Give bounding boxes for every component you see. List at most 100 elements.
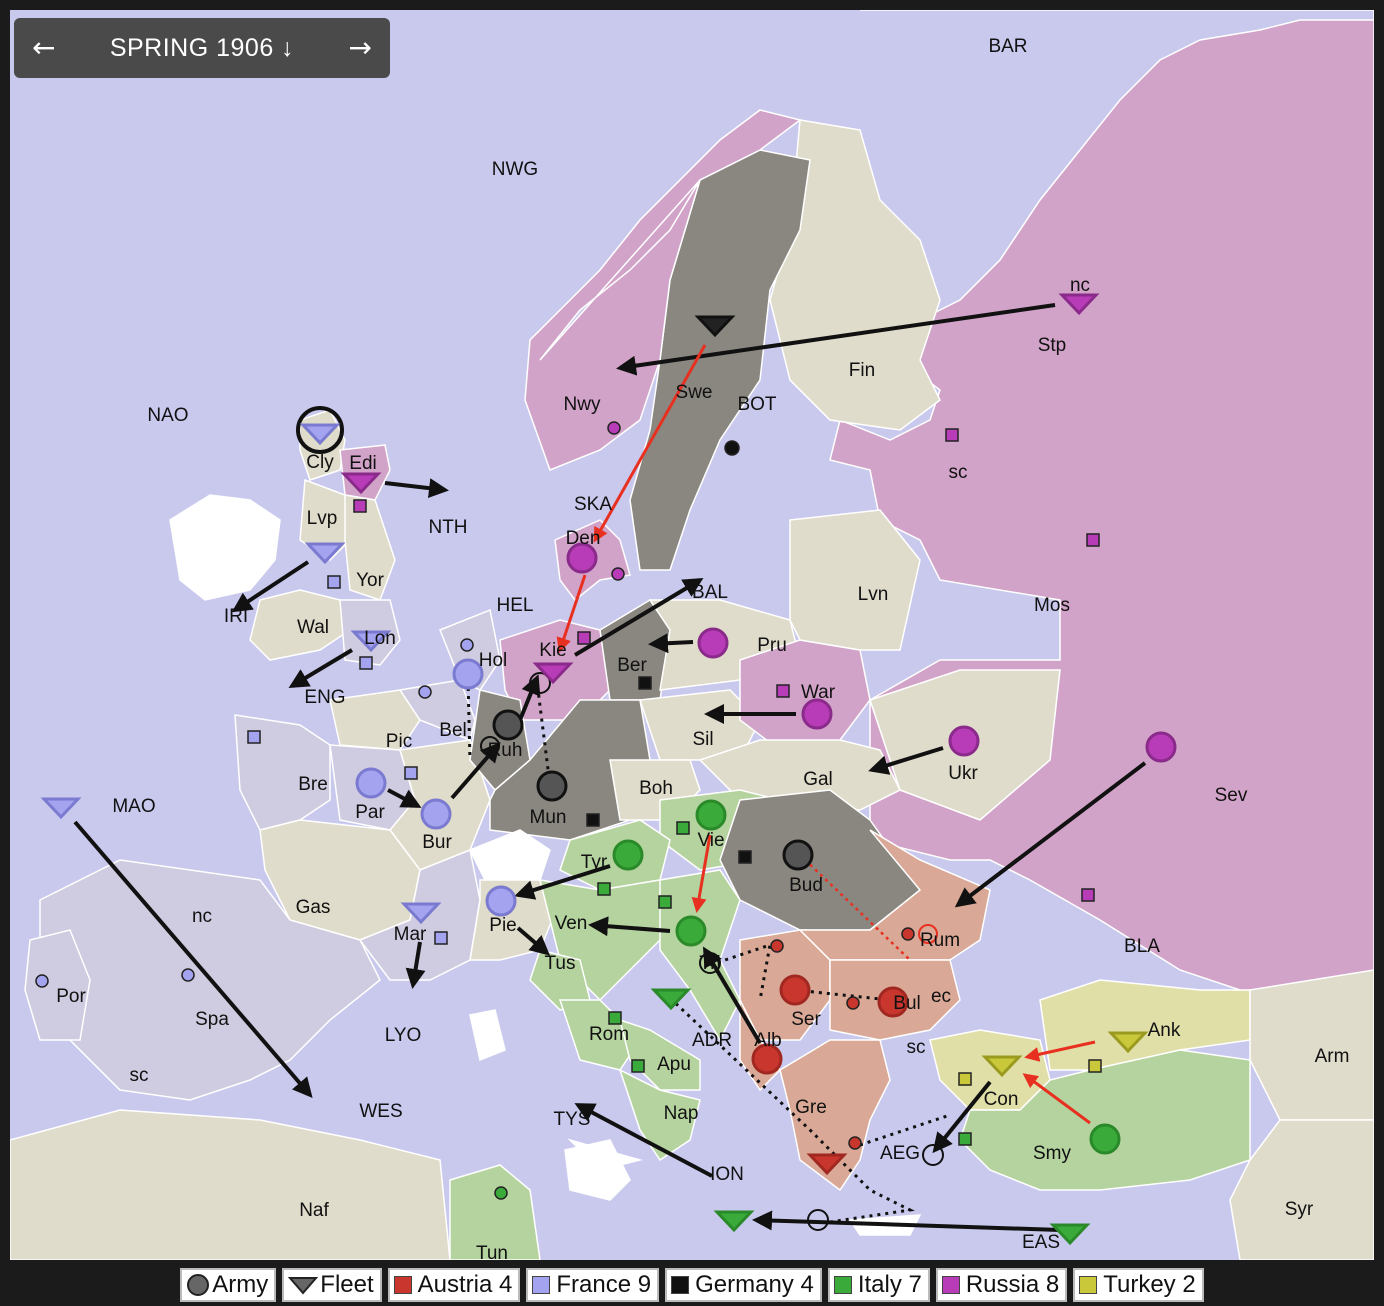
label-smy: Smy [1033, 1143, 1072, 1164]
label-gal: Gal [803, 769, 833, 790]
corsica [469, 1009, 506, 1062]
legend-fleet-label: Fleet [320, 1271, 374, 1298]
legend-austria: Austria 4 [387, 1268, 521, 1302]
label-hol: Hol [479, 650, 508, 671]
legend-army: Army [180, 1268, 277, 1302]
legend: Army Fleet Austria 4 France 9 Germany 4 … [0, 1264, 1384, 1306]
label-ank: Ank [1148, 1020, 1181, 1041]
label-bal: BAL [692, 582, 728, 603]
province-arm [1249, 969, 1374, 1121]
label-spa: Spa [195, 1009, 229, 1030]
land-layer [10, 10, 1374, 1260]
fleet-france-mao [40, 797, 82, 820]
previous-phase-button[interactable]: ← [32, 34, 55, 62]
label-spa-nc: nc [192, 906, 212, 927]
label-eas: EAS [1022, 1232, 1060, 1253]
label-yor: Yor [356, 570, 384, 591]
label-nwy: Nwy [564, 394, 601, 415]
army-russia-ukr [948, 725, 980, 757]
army-france-bur [420, 798, 452, 830]
legend-turkey: Turkey 2 [1073, 1268, 1204, 1302]
army-russia-war [801, 698, 833, 730]
label-edi: Edi [349, 453, 376, 474]
label-tys: TYS [554, 1109, 591, 1130]
army-austria-ser [779, 974, 811, 1006]
label-eng: ENG [304, 687, 345, 708]
label-lvp: Lvp [307, 508, 338, 529]
fleet-italy-ion [713, 1210, 755, 1233]
ireland [169, 494, 281, 601]
legend-italy-label: Italy 7 [857, 1271, 922, 1298]
label-bur: Bur [422, 832, 452, 853]
label-tus: Tus [545, 953, 576, 974]
legend-austria-label: Austria 4 [417, 1271, 513, 1298]
province-naf [10, 1109, 451, 1260]
army-germany-mun [536, 770, 568, 802]
label-bul-ec: ec [931, 986, 951, 1007]
legend-russia: Russia 8 [935, 1268, 1068, 1302]
label-tri: Tri [699, 953, 720, 974]
next-phase-button[interactable]: → [349, 34, 372, 62]
label-sev: Sev [1215, 785, 1248, 806]
label-stp-nc: nc [1070, 275, 1090, 296]
label-kie: Kie [539, 640, 566, 661]
russia-swatch [941, 1276, 960, 1294]
label-ska: SKA [574, 494, 612, 515]
army-italy-smy [1089, 1123, 1121, 1155]
label-lyo: LYO [385, 1025, 422, 1046]
map-canvas[interactable]: NWG BAR NAO Cly Edi Lvp NTH Yor IRI Wal … [10, 10, 1374, 1260]
army-icon [187, 1274, 210, 1296]
label-nap: Nap [664, 1103, 699, 1124]
turkey-swatch [1079, 1276, 1098, 1294]
label-con: Con [984, 1089, 1019, 1110]
label-cly: Cly [306, 452, 334, 473]
label-pru: Pru [757, 635, 787, 656]
army-italy-tri [675, 915, 707, 947]
legend-france: France 9 [526, 1268, 660, 1302]
legend-turkey-label: Turkey 2 [1103, 1271, 1196, 1298]
label-por: Por [56, 986, 86, 1007]
phase-navigation: ← SPRING 1906 ↓ → [14, 18, 390, 78]
army-russia-pru [697, 627, 729, 659]
label-den: Den [566, 528, 601, 549]
legend-russia-label: Russia 8 [965, 1271, 1060, 1298]
label-syr: Syr [1285, 1199, 1314, 1220]
label-swe: Swe [676, 382, 713, 403]
label-bul: Bul [893, 993, 920, 1014]
label-nwg: NWG [492, 159, 538, 180]
label-nth: NTH [428, 517, 467, 538]
label-lvn: Lvn [858, 584, 889, 605]
army-germany-ruh [492, 709, 524, 741]
label-bud: Bud [789, 875, 823, 896]
legend-germany-label: Germany 4 [695, 1271, 814, 1298]
label-gre: Gre [795, 1097, 827, 1118]
army-italy-vie [695, 799, 727, 831]
fleet-icon [288, 1277, 319, 1295]
label-pie: Pie [489, 915, 516, 936]
label-mao: MAO [112, 796, 155, 817]
label-rum: Rum [920, 930, 960, 951]
label-bel: Bel [439, 720, 466, 741]
label-mar: Mar [394, 924, 427, 945]
legend-army-label: Army [212, 1271, 269, 1298]
label-ion: ION [710, 1164, 744, 1185]
phase-title[interactable]: SPRING 1906 ↓ [110, 34, 294, 63]
label-bar: BAR [988, 36, 1027, 57]
label-rom: Rom [589, 1024, 629, 1045]
label-pic: Pic [386, 731, 412, 752]
label-aeg: AEG [880, 1143, 920, 1164]
label-par: Par [355, 802, 385, 823]
army-france-par [355, 767, 387, 799]
label-naf: Naf [299, 1200, 329, 1221]
label-alb: Alb [754, 1030, 781, 1051]
label-fin: Fin [849, 360, 875, 381]
label-boh: Boh [639, 778, 673, 799]
france-swatch [532, 1276, 551, 1294]
label-lon: Lon [364, 628, 396, 649]
game-map[interactable]: NWG BAR NAO Cly Edi Lvp NTH Yor IRI Wal … [10, 10, 1374, 1260]
label-apu: Apu [657, 1054, 691, 1075]
label-bla: BLA [1124, 936, 1160, 957]
label-bre: Bre [298, 774, 328, 795]
province-russia-east [829, 10, 1374, 1001]
label-adr: ADR [692, 1030, 732, 1051]
